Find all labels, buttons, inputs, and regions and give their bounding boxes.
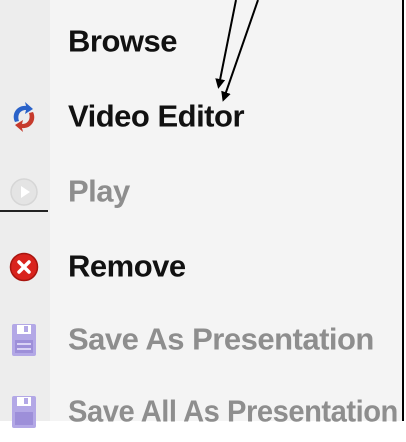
menu-item-label: Play	[68, 173, 130, 209]
video-editor-icon	[6, 99, 42, 135]
remove-icon	[6, 249, 42, 285]
menu-item-save-as-presentation[interactable]: Save As Presentation	[0, 310, 402, 370]
play-icon	[6, 174, 42, 210]
save-all-icon	[6, 394, 42, 430]
separator-line	[0, 210, 48, 212]
menu-item-label: Save As Presentation	[68, 321, 374, 357]
menu-item-remove[interactable]: Remove	[0, 237, 402, 297]
menu-item-label: Browse	[68, 23, 177, 59]
menu-item-label: Save All As Presentation	[68, 393, 398, 429]
menu-item-label: Video Editor	[68, 98, 245, 134]
menu-item-play[interactable]: Play	[0, 162, 402, 222]
menu-item-save-all-as-presentation[interactable]: Save All As Presentation	[0, 382, 402, 442]
menu-item-label: Remove	[68, 248, 186, 284]
save-icon	[6, 322, 42, 358]
menu-item-browse[interactable]: Browse	[0, 12, 402, 72]
context-menu: Browse Video Editor Play Remove Save As …	[0, 0, 404, 428]
menu-item-video-editor[interactable]: Video Editor	[0, 87, 402, 147]
